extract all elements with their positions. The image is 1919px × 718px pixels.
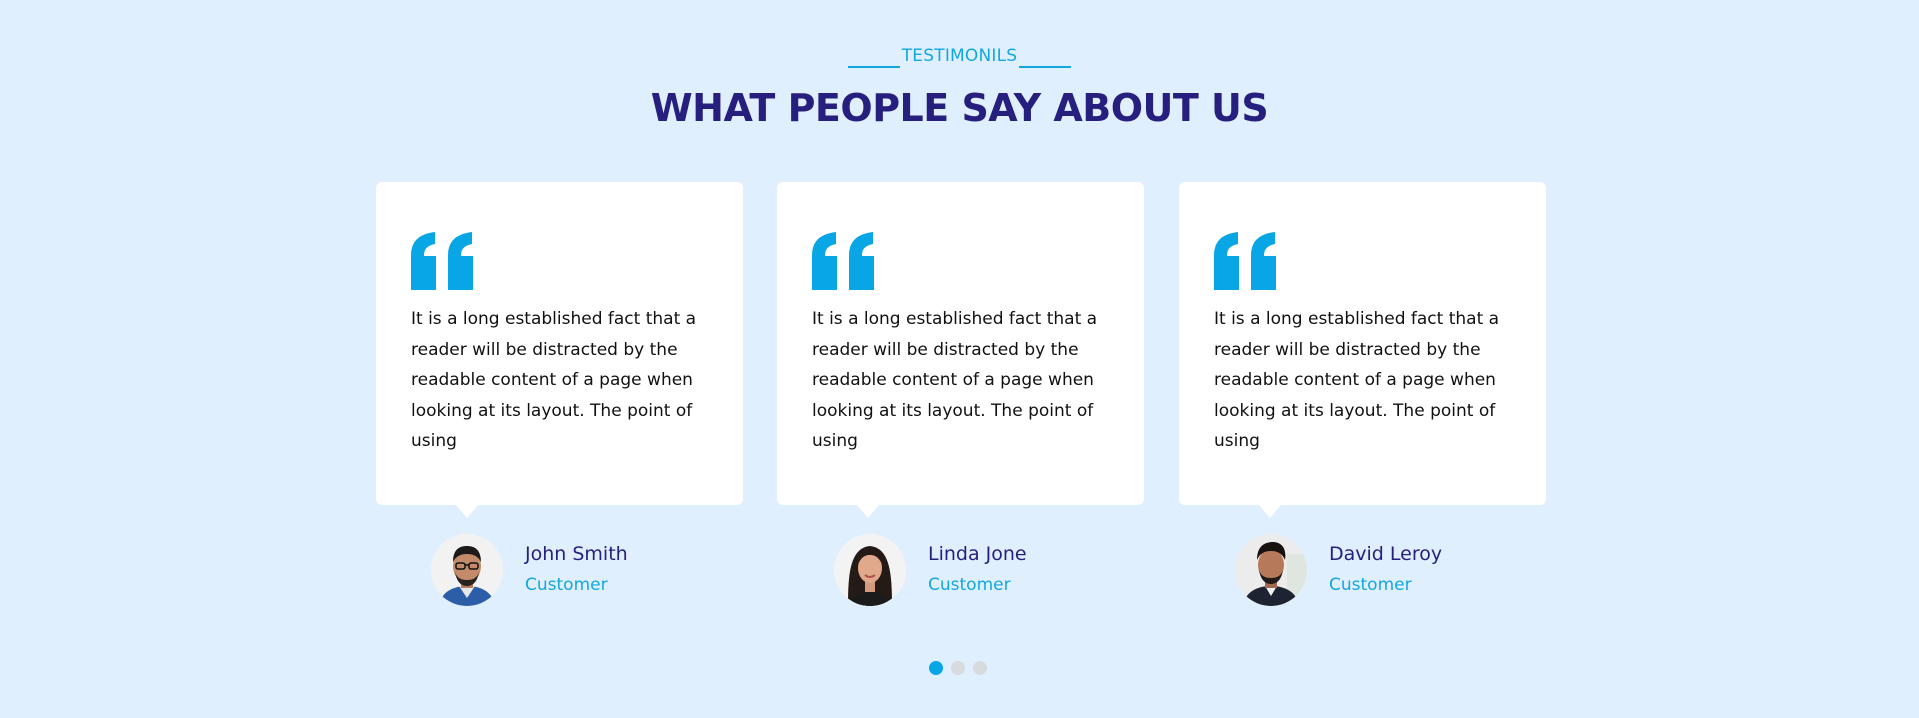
carousel-dot-1[interactable] — [929, 661, 943, 675]
testimonial-text: It is a long established fact that a rea… — [411, 309, 697, 451]
testimonial-card: It is a long established fact that a rea… — [777, 182, 1144, 518]
quote-icon — [1214, 232, 1276, 290]
testimonial-card: It is a long established fact that a rea… — [1179, 182, 1546, 518]
carousel-dot-2[interactable] — [951, 661, 965, 675]
avatar — [834, 534, 906, 606]
quote-icon — [812, 232, 874, 290]
author-role: Customer — [928, 575, 1011, 595]
author-name: Linda Jone — [928, 543, 1027, 565]
quote-icon — [411, 232, 473, 290]
testimonial-card: It is a long established fact that a rea… — [376, 182, 743, 518]
testimonial-text: It is a long established fact that a rea… — [1214, 309, 1500, 451]
label-line-left — [847, 66, 900, 68]
author-role: Customer — [1329, 575, 1412, 595]
avatar — [1235, 534, 1307, 606]
section-label: TESTIMONILS — [0, 45, 1919, 68]
testimonial-text: It is a long established fact that a rea… — [812, 309, 1098, 451]
carousel-dot-3[interactable] — [973, 661, 987, 675]
section-title: WHAT PEOPLE SAY ABOUT US — [650, 86, 1269, 130]
avatar — [431, 534, 503, 606]
author-name: David Leroy — [1329, 543, 1443, 565]
author-role: Customer — [525, 575, 608, 595]
author-name: John Smith — [525, 543, 628, 565]
label-line-right — [1019, 66, 1072, 68]
section-label-text: TESTIMONILS — [901, 46, 1018, 66]
